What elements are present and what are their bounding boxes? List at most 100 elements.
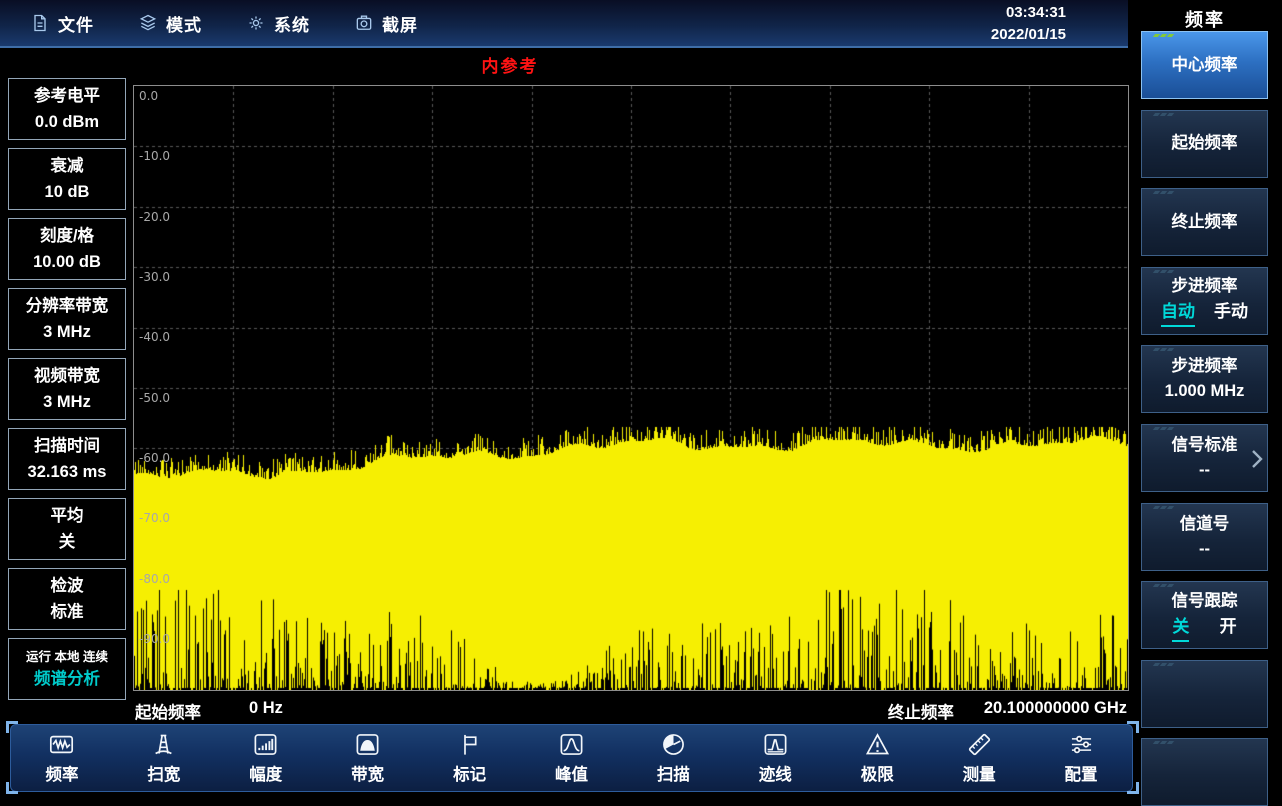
sweep-icon (660, 731, 687, 758)
softkey-indicator (1154, 584, 1173, 587)
y-tick: -70.0 (139, 511, 170, 525)
step-mode-toggle[interactable]: 自动 手动 (1142, 299, 1267, 327)
toolbar-corner-bracket (6, 782, 18, 794)
y-tick: -20.0 (139, 210, 170, 224)
y-tick: -10.0 (139, 149, 170, 163)
toolbar-item-measure[interactable]: 测量 (928, 731, 1030, 785)
y-tick: -60.0 (139, 451, 170, 465)
start-freq-value: 0 Hz (249, 699, 283, 718)
softkey-signal-standard[interactable]: 信号标准 -- (1141, 424, 1268, 492)
toolbar-item-trace[interactable]: 迹线 (724, 731, 826, 785)
measurement-readout-panel: 参考电平 0.0 dBm 衰减 10 dB 刻度/格 10.00 dB 分辨率带… (8, 78, 126, 700)
top-menu-bar: 文件 模式 系统 截屏 03:34:31 2022/01/15 (0, 0, 1128, 48)
trace-icon (762, 731, 789, 758)
softkey-step-freq-mode[interactable]: 步进频率 自动 手动 (1141, 267, 1268, 335)
y-tick: -40.0 (139, 330, 170, 344)
readout-sweep-time: 扫描时间 32.163 ms (8, 428, 126, 490)
toggle-option-manual[interactable]: 手动 (1214, 299, 1248, 327)
system-icon (246, 13, 266, 33)
menu-item-file[interactable]: 文件 (30, 11, 94, 36)
softkey-start-frequency[interactable]: 起始频率 (1141, 110, 1268, 178)
readout-average: 平均 关 (8, 498, 126, 560)
dome-icon (354, 731, 381, 758)
mode-icon (138, 13, 158, 33)
file-icon (30, 13, 50, 33)
menu-item-label: 模式 (166, 11, 202, 36)
y-tick: -30.0 (139, 270, 170, 284)
toolbar-item-span[interactable]: 扫宽 (113, 731, 215, 785)
function-toolbar: 频率 扫宽 幅度 带宽 标记 峰值 (10, 724, 1133, 792)
softkey-indicator (1154, 741, 1173, 744)
menu-item-screenshot[interactable]: 截屏 (354, 11, 418, 36)
softkey-indicator (1154, 191, 1173, 194)
toolbar-item-sweep[interactable]: 扫描 (622, 731, 724, 785)
bars-icon (252, 731, 279, 758)
readout-scale-per-div: 刻度/格 10.00 dB (8, 218, 126, 280)
spectrum-display: 0.0 -10.0 -20.0 -30.0 -40.0 -50.0 -60.0 … (133, 85, 1129, 691)
clock-date: 2022/01/15 (991, 24, 1066, 46)
toolbar-item-bandwidth[interactable]: 带宽 (317, 731, 419, 785)
softkey-indicator (1154, 506, 1173, 509)
softkey-panel-title: 频率 (1128, 6, 1282, 32)
readout-ref-level: 参考电平 0.0 dBm (8, 78, 126, 140)
softkey-stop-frequency[interactable]: 终止频率 (1141, 188, 1268, 256)
chevron-right-icon (1250, 447, 1264, 471)
toolbar-corner-bracket (1127, 721, 1139, 733)
toolbar-corner-bracket (1127, 782, 1139, 794)
toggle-option-auto[interactable]: 自动 (1161, 299, 1195, 327)
softkey-indicator (1154, 348, 1173, 351)
toolbar-item-marker[interactable]: 标记 (419, 731, 521, 785)
softkey-blank-2[interactable] (1141, 738, 1268, 806)
status-box: 运行 本地 连续 频谱分析 (8, 638, 126, 700)
softkey-step-freq-value[interactable]: 步进频率 1.000 MHz (1141, 345, 1268, 413)
readout-rbw: 分辨率带宽 3 MHz (8, 288, 126, 350)
clock-time: 03:34:31 (991, 2, 1066, 24)
readout-detector: 检波 标准 (8, 568, 126, 630)
softkey-channel-number[interactable]: 信道号 -- (1141, 503, 1268, 571)
menu-item-label: 截屏 (382, 11, 418, 36)
stop-freq-value: 20.100000000 GHz (984, 699, 1127, 723)
reference-source-label: 内参考 (450, 52, 570, 77)
waveform-icon (48, 731, 75, 758)
y-tick: 0.0 (139, 89, 158, 103)
toolbar-item-amplitude[interactable]: 幅度 (215, 731, 317, 785)
y-tick: -90.0 (139, 632, 170, 646)
softkey-center-frequency[interactable]: 中心频率 (1141, 31, 1268, 99)
toolbar-corner-bracket (6, 721, 18, 733)
start-freq-label: 起始频率 (135, 699, 201, 723)
menu-item-label: 文件 (58, 11, 94, 36)
softkey-signal-tracking[interactable]: 信号跟踪 关 开 (1141, 581, 1268, 649)
config-icon (1068, 731, 1095, 758)
spectrum-canvas (134, 86, 1128, 690)
toggle-option-on[interactable]: 开 (1220, 614, 1237, 642)
readout-attenuation: 衰减 10 dB (8, 148, 126, 210)
menu-item-label: 系统 (274, 11, 310, 36)
toolbar-item-frequency[interactable]: 频率 (11, 731, 113, 785)
softkey-column: 中心频率 起始频率 终止频率 步进频率 自动 手动 步进频率 1.000 MHz… (1141, 31, 1268, 806)
softkey-blank-1[interactable] (1141, 660, 1268, 728)
screenshot-icon (354, 13, 374, 33)
menu-item-system[interactable]: 系统 (246, 11, 310, 36)
toolbar-item-peak[interactable]: 峰值 (521, 731, 623, 785)
readout-vbw: 视频带宽 3 MHz (8, 358, 126, 420)
toolbar-item-config[interactable]: 配置 (1030, 731, 1132, 785)
toolbar-item-limit[interactable]: 极限 (826, 731, 928, 785)
flag-icon (456, 731, 483, 758)
menu-item-mode[interactable]: 模式 (138, 11, 202, 36)
top-menu: 文件 模式 系统 截屏 (0, 11, 418, 36)
status-line: 运行 本地 连续 (26, 647, 108, 667)
y-tick: -80.0 (139, 572, 170, 586)
signal-tracking-toggle[interactable]: 关 开 (1142, 614, 1267, 642)
softkey-indicator (1154, 663, 1173, 666)
measure-icon (966, 731, 993, 758)
softkey-indicator (1154, 427, 1173, 430)
softkey-indicator (1154, 270, 1173, 273)
toggle-option-off[interactable]: 关 (1172, 614, 1189, 642)
limit-icon (864, 731, 891, 758)
tower-icon (150, 731, 177, 758)
stop-freq-label: 终止频率 (888, 699, 954, 723)
peak-icon (558, 731, 585, 758)
softkey-indicator (1154, 34, 1173, 37)
status-mode: 频谱分析 (34, 667, 100, 691)
softkey-indicator (1154, 113, 1173, 116)
